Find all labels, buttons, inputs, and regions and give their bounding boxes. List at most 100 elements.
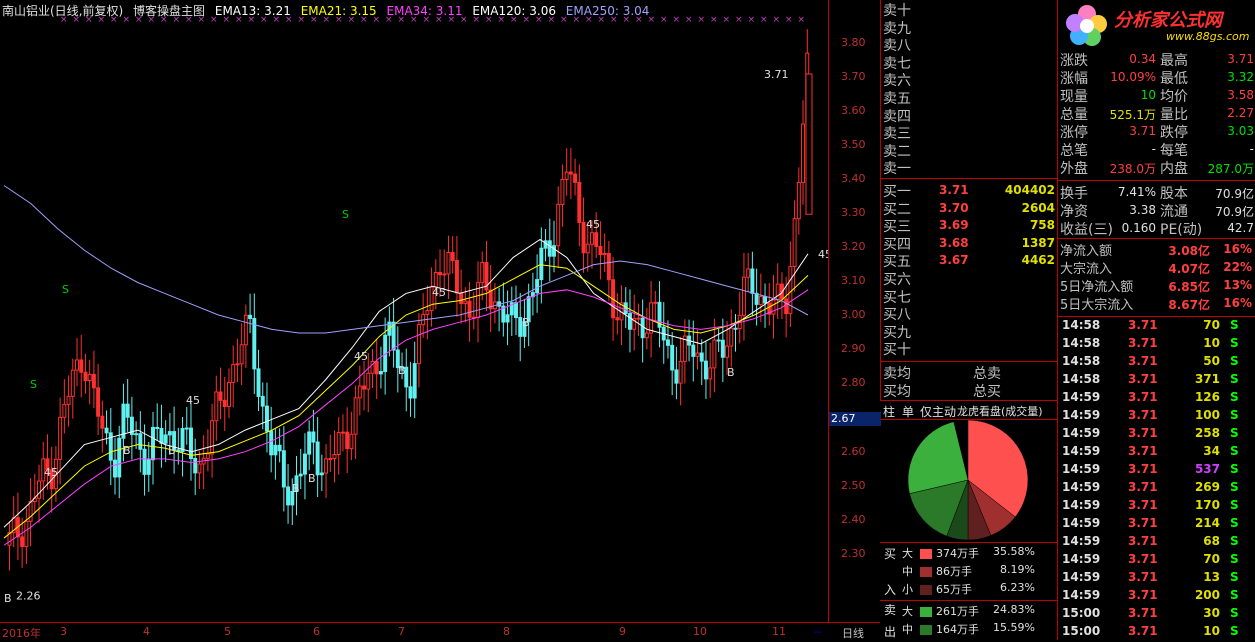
candle-body <box>214 391 219 422</box>
candle-body <box>741 276 746 316</box>
quote-label: 现量 <box>1060 89 1088 105</box>
ask-level[interactable]: 卖一 <box>883 158 1057 178</box>
time-tick: 11 <box>772 625 786 638</box>
signal-mark: × <box>710 15 718 25</box>
candle-body <box>560 178 565 206</box>
quote-label: 涨停 <box>1060 125 1088 141</box>
kline-svg[interactable]: × × × × × × × × × × × × × × × × × × × × × × × × × × × × × × × × × × × × × × × ×… <box>0 0 828 622</box>
period-label[interactable]: 日线 <box>842 625 864 641</box>
tick-side: S <box>1230 480 1239 494</box>
ask-level[interactable]: 卖八 <box>883 35 1057 54</box>
quote-value: 3.71 <box>1227 52 1254 66</box>
ask-level-label: 卖一 <box>883 161 911 178</box>
site-logo[interactable]: 分析家公式网 www.88gs.com <box>1058 0 1255 50</box>
candle-body <box>725 345 730 358</box>
quote-row: 总笔 - 每笔 - <box>1060 140 1254 159</box>
capital-flow-row: 净流入额 3.08亿 16% <box>1060 240 1254 259</box>
bid-level[interactable]: 买十 <box>883 339 1057 358</box>
tick-row: 14:59 3.71 34 S <box>1060 444 1254 462</box>
ask-level[interactable]: 卖二 <box>883 141 1057 160</box>
capital-flow-row: 5日大宗流入 8.67亿 16% <box>1060 294 1254 313</box>
ask-level[interactable]: 卖四 <box>883 106 1057 125</box>
time-tick: 10 <box>693 625 707 638</box>
quote-label: 总笔 <box>1060 143 1088 159</box>
ask-level[interactable]: 卖十 <box>883 0 1057 19</box>
ask-level[interactable]: 卖九 <box>883 18 1057 37</box>
candle-body <box>653 301 658 304</box>
tick-row: 14:59 3.71 13 S <box>1060 570 1254 588</box>
tick-row: 14:59 3.71 537 S <box>1060 462 1254 480</box>
candle-body <box>556 204 561 247</box>
flow-amount: 261万手 <box>936 605 979 618</box>
bid-level[interactable]: 买一 3.71 404402 <box>883 181 1057 200</box>
current-price-marker: 2.67 <box>829 412 881 426</box>
tick-row: 15:00 3.71 30 S <box>1060 606 1254 624</box>
buy-signal: B <box>4 592 12 605</box>
tick-row: 14:59 3.71 214 S <box>1060 516 1254 534</box>
tick-time: 14:58 <box>1062 336 1101 350</box>
bid-level[interactable]: 买七 <box>883 287 1057 306</box>
kline-chart[interactable]: × × × × × × × × × × × × × × × × × × × × × × × × × × × × × × × × × × × × × × × ×… <box>0 0 828 622</box>
tick-time: 14:59 <box>1062 552 1101 566</box>
bid-level[interactable]: 买五 3.67 4462 <box>883 251 1057 270</box>
tick-price: 3.71 <box>1128 372 1158 386</box>
tick-time: 14:58 <box>1062 372 1101 386</box>
ema45-label: 45 <box>186 394 200 407</box>
candle-body <box>345 431 350 450</box>
candle-body <box>138 433 143 450</box>
logo-url[interactable]: www.88gs.com <box>1166 30 1249 43</box>
candle-body <box>353 397 358 435</box>
candle-body <box>273 444 278 456</box>
bid-level[interactable]: 买二 3.70 2604 <box>883 199 1057 218</box>
ma-label: EMA120: 3.06 <box>472 4 556 18</box>
ema45-label: 45 <box>586 218 600 231</box>
ema45-label: 45 <box>44 466 58 479</box>
tick-volume: 10 <box>1203 624 1220 638</box>
tick-side: S <box>1230 336 1239 350</box>
tick-side: S <box>1230 408 1239 422</box>
flow-table-row: 中 164万手 15.59% <box>880 621 1057 639</box>
tick-row: 14:59 3.71 170 S <box>1060 498 1254 516</box>
low-price-label: 2.26 <box>16 590 41 603</box>
candle-body <box>222 399 227 408</box>
price-tick: 3.00 <box>841 308 866 321</box>
flow-amount: 374万手 <box>936 547 979 560</box>
quote-value: 10.09% <box>1110 70 1156 84</box>
ask-level[interactable]: 卖三 <box>883 123 1057 142</box>
bid-level[interactable]: 买八 <box>883 304 1057 323</box>
candle-body <box>729 327 734 347</box>
tab-dragon-tiger[interactable]: 龙虎看盘(成交量) <box>957 403 1043 419</box>
candle-body <box>792 218 797 268</box>
quote-panel: 分析家公式网 www.88gs.com 涨跌 0.34 最高 3.71 涨幅 10.09%… <box>1057 0 1255 640</box>
order-book-divider <box>881 178 1058 179</box>
candle-body <box>699 352 704 362</box>
bid-level[interactable]: 买四 3.68 1387 <box>883 234 1057 253</box>
bid-level[interactable]: 买九 <box>883 322 1057 341</box>
bid-level-price: 3.69 <box>939 218 969 233</box>
flow-amount: 164万手 <box>936 623 979 636</box>
tick-price: 3.71 <box>1128 408 1158 422</box>
candle-body <box>374 360 379 375</box>
bid-level[interactable]: 买六 <box>883 269 1057 288</box>
bid-level[interactable]: 买三 3.69 758 <box>883 216 1057 235</box>
ask-level[interactable]: 卖五 <box>883 88 1057 107</box>
quote-label: 最低 <box>1160 71 1188 87</box>
ask-level[interactable]: 卖七 <box>883 53 1057 72</box>
candle-body <box>91 373 96 389</box>
tick-time: 14:59 <box>1062 588 1101 602</box>
candle-body <box>134 433 139 436</box>
flow-amount: 86万手 <box>936 565 972 578</box>
tick-volume: 100 <box>1194 408 1220 422</box>
candle-body <box>319 472 324 476</box>
candle-body <box>678 360 683 384</box>
bid-level-price: 3.71 <box>939 183 969 197</box>
flow-color-swatch <box>920 607 932 617</box>
quote-value: 3.32 <box>1227 70 1254 84</box>
flow-table-row: 中 86万手 8.19% <box>880 563 1057 581</box>
quote-value: 3.38 <box>1129 203 1156 217</box>
ask-level[interactable]: 卖六 <box>883 70 1057 89</box>
candle-body <box>83 371 88 381</box>
capital-flow-percent: 16% <box>1223 242 1252 256</box>
period-scroll-dashes[interactable]: -- <box>814 625 822 638</box>
quote-value: 70.9亿 <box>1215 187 1254 201</box>
